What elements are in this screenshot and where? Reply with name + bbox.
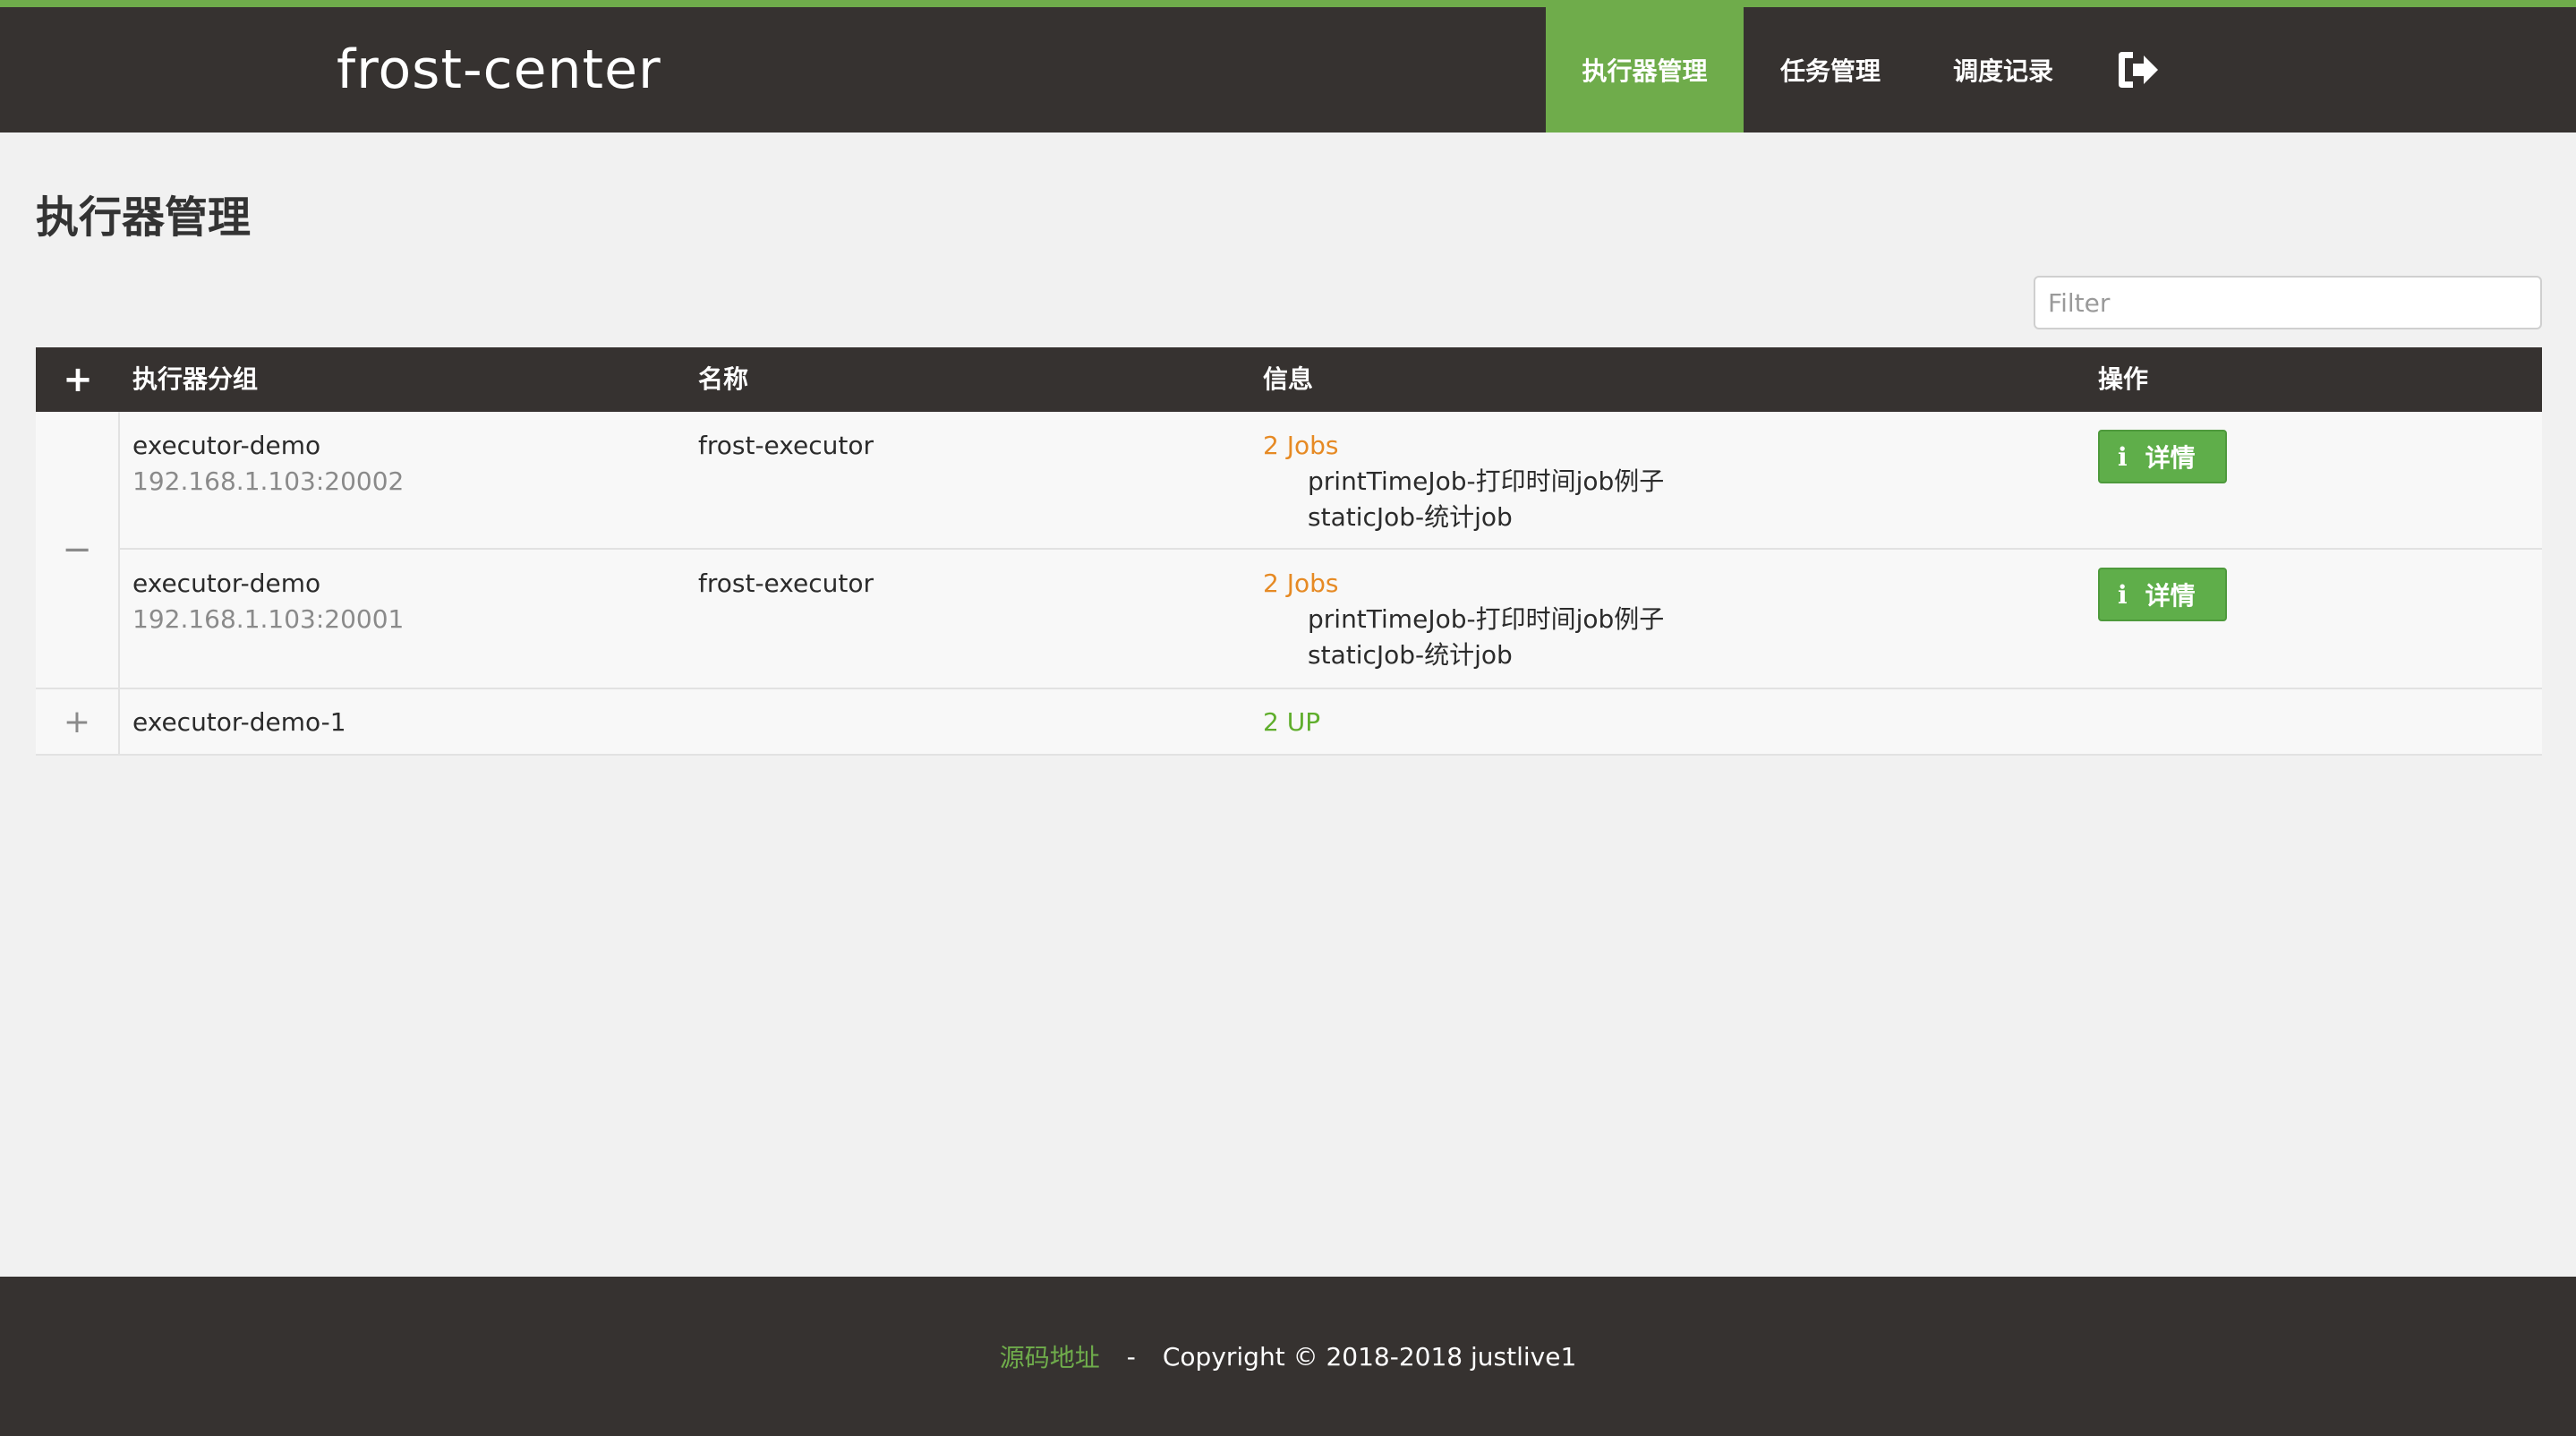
table-row: executor-demo 192.168.1.103:20002 frost-… bbox=[120, 412, 2542, 550]
info-cell: 2 Jobs printTimeJob-打印时间job例子 staticJob-… bbox=[1263, 566, 1664, 673]
top-navbar: frost-center 执行器管理 任务管理 调度记录 bbox=[0, 0, 2576, 132]
group-cell: executor-demo 192.168.1.103:20002 bbox=[132, 428, 404, 500]
executor-address: 192.168.1.103:20002 bbox=[132, 466, 405, 496]
detail-button[interactable]: i 详情 bbox=[2098, 430, 2227, 483]
brand-title[interactable]: frost-center bbox=[337, 36, 661, 104]
detail-button-label: 详情 bbox=[2145, 581, 2196, 611]
job-item: staticJob-统计job bbox=[1308, 640, 1513, 670]
job-item: staticJob-统计job bbox=[1308, 502, 1513, 532]
executor-name: frost-executor bbox=[698, 431, 874, 460]
column-header-info[interactable]: 信息 bbox=[1263, 347, 1313, 412]
table-header: + 执行器分组 名称 信息 操作 bbox=[36, 347, 2542, 412]
executor-name: frost-executor bbox=[698, 568, 874, 598]
page-title: 执行器管理 bbox=[36, 192, 252, 243]
collapse-group-button[interactable]: − bbox=[36, 412, 120, 688]
filter-input[interactable] bbox=[2034, 276, 2542, 329]
column-header-name[interactable]: 名称 bbox=[698, 347, 748, 412]
group-name: executor-demo bbox=[132, 431, 321, 460]
actions-cell: i 详情 bbox=[2098, 568, 2227, 621]
copyright-text: Copyright © 2018-2018 justlive1 bbox=[1162, 1341, 1577, 1372]
executor-group-collapsed: + executor-demo-1 2 UP bbox=[36, 689, 2542, 756]
nav-task-management[interactable]: 任务管理 bbox=[1744, 7, 1917, 132]
job-item: printTimeJob-打印时间job例子 bbox=[1308, 604, 1665, 634]
expand-group-button[interactable]: + bbox=[36, 689, 120, 754]
jobs-count: 2 Jobs bbox=[1263, 568, 1339, 598]
info-cell: 2 Jobs printTimeJob-打印时间job例子 staticJob-… bbox=[1263, 428, 1664, 535]
nav-executor-management[interactable]: 执行器管理 bbox=[1546, 7, 1744, 132]
column-header-actions: 操作 bbox=[2098, 364, 2149, 394]
column-header-group[interactable]: 执行器分组 bbox=[132, 347, 258, 412]
info-icon: i bbox=[2118, 579, 2128, 610]
main-nav: 执行器管理 任务管理 调度记录 bbox=[1546, 7, 2188, 132]
expand-all-button[interactable]: + bbox=[36, 347, 120, 412]
executor-group-expanded: − executor-demo 192.168.1.103:20002 fros… bbox=[36, 412, 2542, 689]
job-item: printTimeJob-打印时间job例子 bbox=[1308, 466, 1665, 496]
source-code-link[interactable]: 源码地址 bbox=[1000, 1338, 1100, 1374]
detail-button[interactable]: i 详情 bbox=[2098, 568, 2227, 621]
executor-table: + 执行器分组 名称 信息 操作 − executor-demo 192.168… bbox=[36, 347, 2542, 756]
logout-button[interactable] bbox=[2089, 7, 2188, 132]
info-icon: i bbox=[2118, 441, 2128, 472]
table-row: executor-demo 192.168.1.103:20001 frost-… bbox=[120, 550, 2542, 688]
jobs-count: 2 Jobs bbox=[1263, 431, 1339, 460]
executor-address: 192.168.1.103:20001 bbox=[132, 604, 405, 634]
group-name: executor-demo-1 bbox=[132, 707, 346, 737]
group-cell: executor-demo 192.168.1.103:20001 bbox=[132, 566, 404, 637]
footer: 源码地址 - Copyright © 2018-2018 justlive1 bbox=[0, 1277, 2576, 1436]
nav-schedule-records[interactable]: 调度记录 bbox=[1917, 7, 2089, 132]
up-status: 2 UP bbox=[1263, 707, 1321, 737]
group-name: executor-demo bbox=[132, 568, 321, 598]
footer-separator: - bbox=[1126, 1341, 1136, 1372]
sign-out-icon bbox=[2119, 52, 2158, 88]
detail-button-label: 详情 bbox=[2145, 443, 2196, 473]
actions-cell: i 详情 bbox=[2098, 430, 2227, 483]
